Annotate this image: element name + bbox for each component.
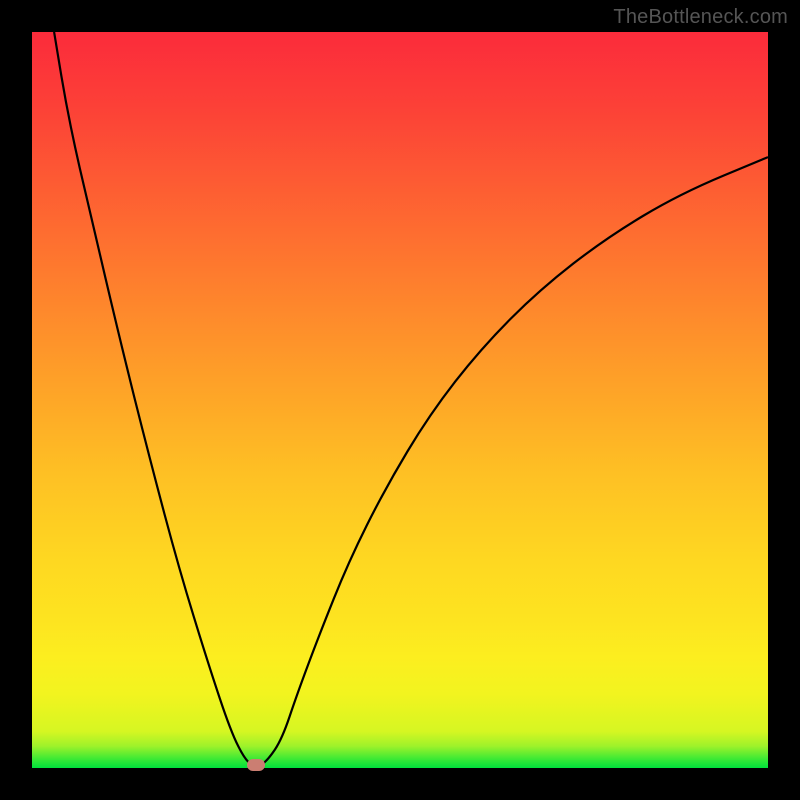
optimal-marker (247, 759, 265, 771)
curve-path (54, 32, 768, 766)
plot-area (32, 32, 768, 768)
bottleneck-curve (32, 32, 768, 768)
chart-container: TheBottleneck.com (0, 0, 800, 800)
watermark-text: TheBottleneck.com (613, 6, 788, 29)
